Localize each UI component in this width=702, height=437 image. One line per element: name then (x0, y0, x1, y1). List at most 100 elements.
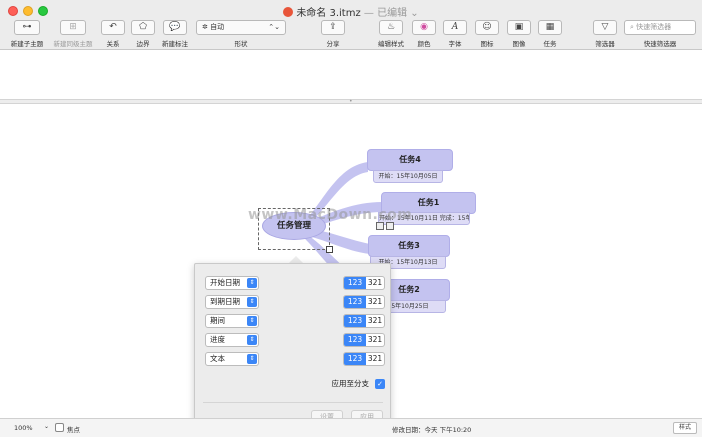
note-icon[interactable] (376, 222, 384, 230)
share-label: 分享 (326, 40, 340, 48)
popover-row-progress: 进度 ⇕ 123 321 (205, 333, 385, 349)
stepper-icon: ⇕ (247, 278, 257, 288)
boundary-icon: ⬠ (131, 20, 155, 35)
style-button[interactable]: 样式 (673, 422, 697, 434)
brush-icon: ♨ (379, 20, 403, 35)
task4-detail: 开始：15年10月05日 (373, 170, 443, 183)
new-subtopic-button[interactable]: ⊶ 新建子主题 (10, 20, 44, 48)
new-sibling-button[interactable]: ⊞ 新建同级主题 (51, 20, 95, 48)
descending-option[interactable]: 321 (366, 315, 384, 327)
new-sibling-label: 新建同级主题 (53, 40, 93, 48)
modified-date: 修改日期：今天 下午10:20 (392, 426, 472, 434)
chevron-down-icon[interactable]: ⌄ (44, 423, 49, 430)
add-sibling-icon: ⊞ (60, 20, 86, 35)
popover-row-duration: 期间 ⇕ 123 321 (205, 314, 385, 330)
descending-option[interactable]: 321 (366, 277, 384, 289)
ascending-option[interactable]: 123 (344, 353, 366, 365)
shape-value: 自动 (210, 23, 225, 31)
ascending-option[interactable]: 123 (344, 315, 366, 327)
stepper-icon: ⇕ (247, 354, 257, 364)
image-icon: ▣ (507, 20, 531, 35)
focus-checkbox[interactable] (55, 423, 64, 432)
order-segment[interactable]: 123 321 (343, 276, 385, 290)
window-title: 未命名 3.itmz — 已编辑 ⌄ (0, 4, 702, 19)
share-button[interactable]: ⇪ 分享 (320, 20, 346, 48)
quick-filter-label: 快速筛选器 (643, 40, 677, 48)
upper-canvas-pane[interactable] (0, 51, 702, 99)
quick-filter[interactable]: ⌕ 快速筛选器 快速筛选器 (624, 20, 696, 48)
add-subtopic-icon: ⊶ (14, 20, 40, 35)
new-callout-label: 新建标注 (162, 40, 188, 48)
task3-node[interactable]: 任务3 (368, 235, 450, 257)
image-label: 图像 (512, 40, 526, 48)
new-callout-button[interactable]: 💬 新建标注 (160, 20, 190, 48)
descending-option[interactable]: 321 (366, 334, 384, 346)
shape-select-field[interactable]: ✲ 自动 ⌃⌄ (196, 20, 286, 35)
task-grid-icon: ▦ (538, 20, 562, 35)
edit-style-label: 编辑样式 (378, 40, 404, 48)
order-segment[interactable]: 123 321 (343, 314, 385, 328)
image-button[interactable]: ▣ 图像 (506, 20, 532, 48)
new-subtopic-label: 新建子主题 (10, 40, 44, 48)
app-document-icon (283, 7, 294, 17)
edited-status[interactable]: — 已编辑 (364, 8, 407, 19)
ascending-option[interactable]: 123 (344, 296, 366, 308)
toolbar: 未命名 3.itmz — 已编辑 ⌄ ⊶ 新建子主题 ⊞ 新建同级主题 ↶ 关系… (0, 0, 702, 50)
font-button[interactable]: A 字体 (442, 20, 468, 48)
relationship-icon: ↶ (101, 20, 125, 35)
apply-to-branch-option[interactable]: 应用至分支 ✓ (205, 378, 385, 392)
stepper-icon: ⇕ (247, 316, 257, 326)
color-button[interactable]: ◉ 颜色 (411, 20, 437, 48)
quick-filter-placeholder: 快速筛选器 (636, 23, 672, 31)
filter-label: 筛选器 (595, 40, 615, 48)
task-label: 任务 (543, 40, 557, 48)
field-select-label: 期间 (210, 316, 225, 325)
popover-row-due-date: 到期日期 ⇕ 123 321 (205, 295, 385, 311)
shape-selector[interactable]: ✲ 自动 ⌃⌄ 形状 (196, 20, 286, 48)
search-icon: ⌕ (630, 23, 634, 31)
chevron-down-icon[interactable]: ⌄ (410, 8, 418, 19)
field-select-label: 到期日期 (210, 297, 240, 306)
share-icon: ⇪ (321, 20, 345, 35)
task-info-popover: 开始日期 ⇕ 123 321 到期日期 ⇕ 123 321 期间 ⇕ 123 3… (194, 263, 391, 437)
icon-button[interactable]: ☺ 图标 (474, 20, 500, 48)
popover-row-start-date: 开始日期 ⇕ 123 321 (205, 276, 385, 292)
smiley-icon: ☺ (475, 20, 499, 35)
color-label: 颜色 (417, 40, 431, 48)
field-select-label: 文本 (210, 354, 225, 363)
descending-option[interactable]: 321 (366, 353, 384, 365)
task-button[interactable]: ▦ 任务 (537, 20, 563, 48)
apply-to-branch-checkbox[interactable]: ✓ (375, 379, 385, 389)
document-name: 未命名 3.itmz (296, 8, 361, 19)
shape-label: 形状 (234, 40, 248, 48)
app-window: 未命名 3.itmz — 已编辑 ⌄ ⊶ 新建子主题 ⊞ 新建同级主题 ↶ 关系… (0, 0, 702, 437)
filter-button[interactable]: ▽ 筛选器 (590, 20, 620, 48)
boundary-button[interactable]: ⬠ 边界 (130, 20, 156, 48)
relationship-label: 关系 (106, 40, 120, 48)
task4-node[interactable]: 任务4 (367, 149, 453, 171)
resize-handle[interactable] (326, 246, 333, 253)
apply-to-branch-label: 应用至分支 (331, 379, 370, 388)
attachment-icon[interactable] (386, 222, 394, 230)
order-segment[interactable]: 123 321 (343, 295, 385, 309)
field-select-duration[interactable]: 期间 ⇕ (205, 314, 259, 328)
field-select-progress[interactable]: 进度 ⇕ (205, 333, 259, 347)
quick-filter-input[interactable]: ⌕ 快速筛选器 (624, 20, 696, 35)
font-icon: A (443, 20, 467, 35)
stepper-icon: ⇕ (247, 297, 257, 307)
edit-style-button[interactable]: ♨ 编辑样式 (376, 20, 406, 48)
field-select-text[interactable]: 文本 ⇕ (205, 352, 259, 366)
field-select-due-date[interactable]: 到期日期 ⇕ (205, 295, 259, 309)
status-bar: 100% ⌄ 焦点 修改日期：今天 下午10:20 样式 (0, 418, 702, 437)
ascending-option[interactable]: 123 (344, 334, 366, 346)
popover-row-text: 文本 ⇕ 123 321 (205, 352, 385, 368)
ascending-option[interactable]: 123 (344, 277, 366, 289)
order-segment[interactable]: 123 321 (343, 352, 385, 366)
stepper-icon: ⇕ (247, 335, 257, 345)
descending-option[interactable]: 321 (366, 296, 384, 308)
funnel-icon: ▽ (593, 20, 617, 35)
relationship-button[interactable]: ↶ 关系 (100, 20, 126, 48)
field-select-start-date[interactable]: 开始日期 ⇕ (205, 276, 259, 290)
zoom-level[interactable]: 100% (14, 424, 33, 432)
order-segment[interactable]: 123 321 (343, 333, 385, 347)
